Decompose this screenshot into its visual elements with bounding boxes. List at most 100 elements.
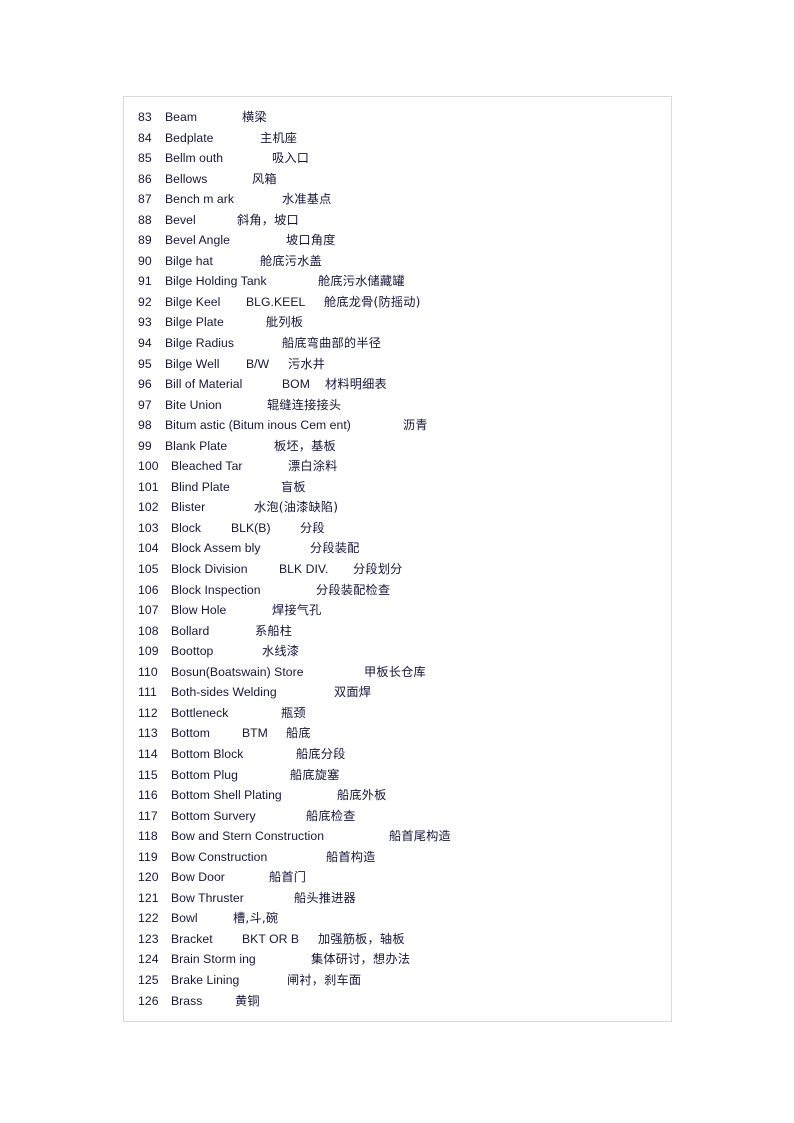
glossary-term-translation: 分段划分 — [353, 562, 403, 577]
glossary-row: 125 Brake Lining 闸衬，刹车面 — [124, 970, 671, 991]
glossary-row-index: 98 — [138, 418, 152, 433]
glossary-term-translation: 水泡(油漆缺陷) — [254, 500, 339, 515]
glossary-term-translation: 船底分段 — [296, 746, 346, 761]
glossary-row-index: 104 — [138, 541, 159, 556]
glossary-row-index: 110 — [138, 664, 158, 679]
glossary-row: 111 Both-sides Welding 双面焊 — [124, 682, 671, 703]
glossary-row-index: 89 — [138, 233, 152, 248]
glossary-row-index: 123 — [138, 931, 159, 946]
glossary-row: 124 Brain Storm ing 集体研讨，想办法 — [124, 949, 671, 970]
glossary-row: 110 Bosun(Boatswain) Store 甲板长仓库 — [124, 662, 671, 683]
glossary-row-index: 122 — [138, 911, 159, 926]
glossary-term-english: Bite Union — [165, 397, 222, 412]
glossary-term-translation: 船底旋塞 — [290, 767, 340, 782]
glossary-term-translation: 板坯，基板 — [274, 438, 336, 453]
glossary-term-english: Brain Storm ing — [171, 952, 256, 967]
glossary-term-translation: 系船柱 — [255, 623, 293, 638]
glossary-row-index: 105 — [138, 562, 159, 577]
glossary-row: 89 Bevel Angle 坡口角度 — [124, 230, 671, 251]
glossary-term-translation: 船首构造 — [326, 849, 376, 864]
glossary-term-english: Bottom — [171, 726, 210, 741]
glossary-term-translation: 横梁 — [242, 110, 267, 124]
glossary-term-translation: 舱底污水储藏罐 — [318, 274, 405, 289]
glossary-term-english: Bowl — [171, 911, 198, 926]
glossary-row-index: 121 — [138, 890, 159, 905]
glossary-row: 122 Bowl 槽,斗,碗 — [124, 908, 671, 929]
glossary-term-english: Brass — [171, 993, 203, 1008]
glossary-term-english: Bedplate — [165, 130, 214, 145]
glossary-row: 114 Bottom Block 船底分段 — [124, 744, 671, 765]
glossary-term-english: Bevel — [165, 212, 196, 227]
glossary-term-translation: 双面焊 — [334, 685, 372, 700]
glossary-term-english: Block Inspection — [171, 582, 261, 597]
glossary-term-translation: 黄铜 — [235, 993, 260, 1008]
glossary-term-english: Blank Plate — [165, 438, 228, 453]
glossary-term-translation: 吸入口 — [272, 151, 310, 166]
glossary-row: 90 Bilge hat 舱底污水盖 — [124, 251, 671, 272]
glossary-row: 95 Bilge Well B/W 污水井 — [124, 354, 671, 375]
glossary-row-index: 99 — [138, 438, 152, 453]
glossary-term-english: Bellm outh — [165, 151, 224, 166]
glossary-term-translation: 辊缝连接接头 — [267, 397, 342, 412]
glossary-row: 96 Bill of Material BOM 材料明细表 — [124, 374, 671, 395]
glossary-row: 112 Bottleneck 瓶颈 — [124, 703, 671, 724]
glossary-term-translation: 船底外板 — [337, 788, 387, 803]
glossary-term-translation: 水准基点 — [282, 192, 332, 207]
glossary-row-index: 114 — [138, 746, 158, 761]
glossary-row: 97 Bite Union 辊缝连接接头 — [124, 395, 671, 416]
glossary-row: 88 Bevel 斜角，坡口 — [124, 210, 671, 231]
glossary-term-english: Bow and Stern Construction — [171, 829, 325, 844]
glossary-row: 101 Blind Plate 盲板 — [124, 477, 671, 498]
glossary-row: 83 Beam 横梁 — [124, 107, 671, 128]
glossary-term-translation: 污水井 — [288, 356, 326, 371]
glossary-term-translation: 材料明细表 — [325, 377, 387, 392]
glossary-row-index: 85 — [138, 151, 152, 166]
glossary-term-english: Bilge Well — [165, 356, 220, 371]
glossary-term-english: Bow Thruster — [171, 890, 244, 905]
glossary-term-translation: 船首门 — [269, 870, 307, 885]
glossary-row: 105 Block Division BLK DIV. 分段划分 — [124, 559, 671, 580]
glossary-term-translation: 船底弯曲部的半径 — [282, 336, 382, 351]
glossary-row-index: 84 — [138, 130, 152, 145]
glossary-row-index: 93 — [138, 315, 152, 330]
glossary-term-translation: 船头推进器 — [294, 890, 356, 905]
glossary-row-index: 90 — [138, 253, 152, 268]
glossary-term-translation: 船底检查 — [306, 808, 356, 823]
glossary-row-index: 119 — [138, 849, 158, 864]
glossary-term-english: Beam — [165, 110, 198, 124]
glossary-term-english: Bollard — [171, 623, 210, 638]
glossary-row: 115 Bottom Plug 船底旋塞 — [124, 765, 671, 786]
glossary-term-translation: 分段装配 — [310, 541, 360, 556]
glossary-row-index: 100 — [138, 459, 159, 474]
glossary-row-index: 103 — [138, 520, 159, 535]
glossary-row: 121 Bow Thruster 船头推进器 — [124, 888, 671, 909]
glossary-term-english: Bottom Survery — [171, 808, 256, 823]
glossary-row-index: 94 — [138, 336, 152, 351]
glossary-table-frame: 83 Beam 横梁 84 Bedplate 主机座 85 Bellm outh 吸入口 86 Be… — [123, 96, 672, 1022]
glossary-term-english: Bottleneck — [171, 705, 229, 720]
glossary-row: 120 Bow Door 船首门 — [124, 867, 671, 888]
glossary-row-index: 91 — [138, 274, 152, 289]
glossary-term-english: Bottom Shell Plating — [171, 788, 282, 803]
glossary-term-translation: 坡口角度 — [286, 233, 336, 248]
glossary-term-translation: 盲板 — [281, 479, 306, 494]
document-page: 83 Beam 横梁 84 Bedplate 主机座 85 Bellm outh 吸入口 86 Be… — [0, 0, 794, 1123]
glossary-row-index: 112 — [138, 705, 158, 720]
glossary-term-english: Bill of Material — [165, 377, 243, 392]
glossary-row-index: 106 — [138, 582, 159, 597]
glossary-term-english: Blind Plate — [171, 479, 230, 494]
glossary-row-index: 97 — [138, 397, 152, 412]
glossary-row-index: 95 — [138, 356, 152, 371]
glossary-term-translation: 斜角，坡口 — [237, 212, 299, 227]
glossary-term-abbreviation: BLG.KEEL — [246, 294, 306, 309]
glossary-row: 92 Bilge Keel BLG.KEEL 舱底龙骨(防摇动) — [124, 292, 671, 313]
glossary-row: 119 Bow Construction 船首构造 — [124, 847, 671, 868]
glossary-term-translation: 舱底龙骨(防摇动) — [324, 294, 421, 309]
glossary-term-english: Bleached Tar — [171, 459, 243, 474]
glossary-term-translation: 水线漆 — [262, 644, 300, 659]
glossary-term-english: Bilge Radius — [165, 336, 235, 351]
glossary-term-english: Bitum astic (Bitum inous Cem ent) — [165, 418, 351, 433]
glossary-term-english: Bellows — [165, 171, 208, 186]
glossary-row-index: 96 — [138, 377, 152, 392]
glossary-row-index: 120 — [138, 870, 159, 885]
